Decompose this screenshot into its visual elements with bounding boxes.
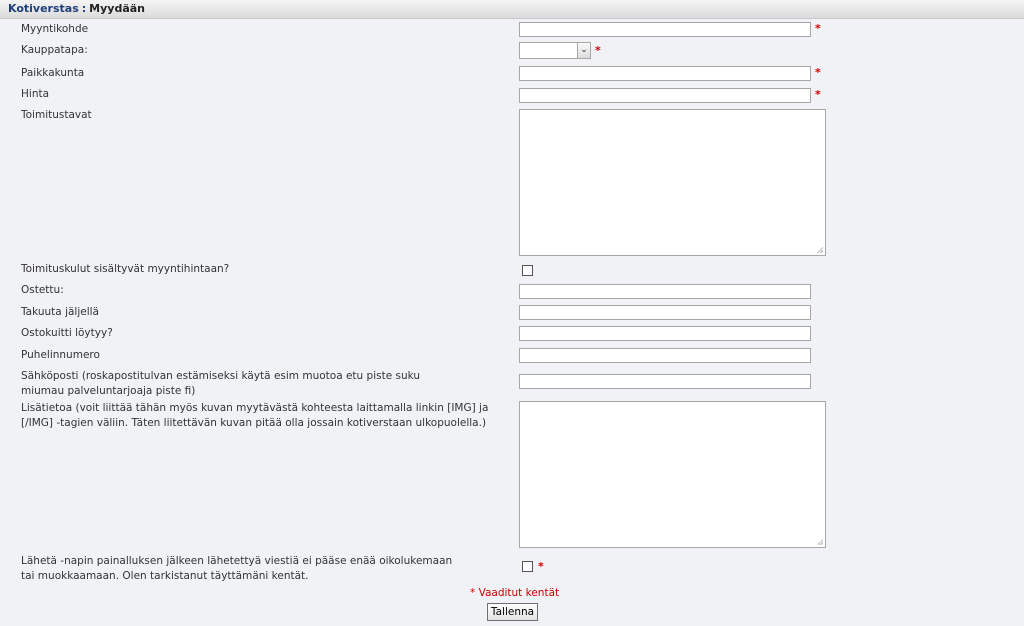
toimituskulut-checkbox[interactable] (522, 265, 533, 276)
ostettu-label: Ostettu: (21, 284, 64, 296)
breadcrumb: Kotiverstas: Myydään (8, 2, 145, 15)
resize-grip-icon[interactable] (817, 247, 823, 253)
puhelinnumero-label: Puhelinnumero (21, 349, 100, 361)
takuuta-label: Takuuta jäljellä (21, 306, 99, 318)
chevron-down-icon[interactable]: ⌄ (577, 43, 590, 58)
required-marker: * (815, 88, 821, 101)
myyntikohde-input[interactable] (519, 22, 811, 37)
sahkoposti-input[interactable] (519, 374, 811, 389)
toimitustavat-label: Toimitustavat (21, 109, 92, 121)
confirm-checkbox[interactable] (522, 561, 533, 572)
toimitustavat-textarea[interactable] (519, 109, 826, 256)
toimituskulut-label: Toimituskulut sisältyvät myyntihintaan? (21, 263, 230, 275)
title-bar: Kotiverstas: Myydään (0, 0, 1024, 19)
kauppatapa-label: Kauppatapa: (21, 44, 88, 56)
takuuta-input[interactable] (519, 305, 811, 320)
breadcrumb-current: Myydään (89, 2, 145, 15)
ostettu-input[interactable] (519, 284, 811, 299)
required-marker: * (595, 44, 601, 57)
resize-grip-icon[interactable] (817, 539, 823, 545)
paikkakunta-label: Paikkakunta (21, 67, 85, 79)
hinta-label: Hinta (21, 88, 50, 100)
myyntikohde-label: Myyntikohde (21, 23, 89, 35)
paikkakunta-input[interactable] (519, 66, 811, 81)
puhelinnumero-input[interactable] (519, 348, 811, 363)
required-marker: * (538, 560, 544, 573)
lisatietoa-label: Lisätietoa (voit liittää tähän myös kuva… (21, 402, 489, 429)
required-marker: * (815, 66, 821, 79)
ostokuitti-label: Ostokuitti löytyy? (21, 327, 113, 339)
save-button[interactable]: Tallenna (487, 603, 538, 621)
kauppatapa-select[interactable]: ⌄ (519, 42, 591, 59)
hinta-input[interactable] (519, 88, 811, 103)
required-marker: * (815, 22, 821, 35)
confirm-label: Lähetä -napin painalluksen jälkeen lähet… (21, 555, 453, 582)
required-fields-note: * Vaaditut kentät (470, 587, 560, 599)
sahkoposti-label: Sähköposti (roskapostitulvan estämiseksi… (21, 370, 421, 397)
breadcrumb-separator: : (81, 2, 87, 15)
ostokuitti-input[interactable] (519, 326, 811, 341)
lisatietoa-textarea[interactable] (519, 401, 826, 548)
breadcrumb-section-link[interactable]: Kotiverstas (8, 2, 79, 15)
